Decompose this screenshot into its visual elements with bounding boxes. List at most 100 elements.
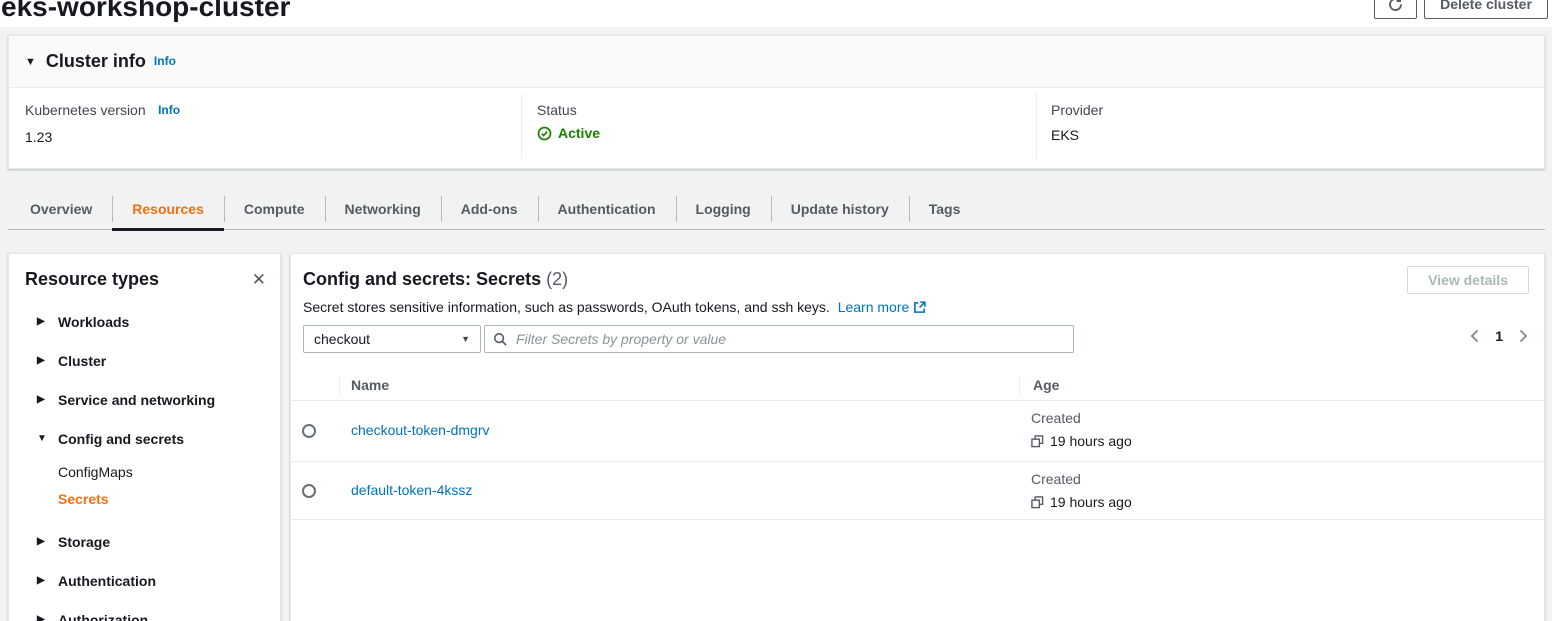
row-radio-button[interactable] [302, 424, 316, 438]
caret-right-icon: ▶ [37, 614, 47, 621]
row-radio-button[interactable] [302, 484, 316, 498]
cluster-tabs: Overview Resources Compute Networking Ad… [8, 188, 1545, 230]
secret-name-link[interactable]: checkout-token-dmgrv [351, 422, 490, 438]
secret-name-link[interactable]: default-token-4kssz [351, 482, 472, 498]
tab-label: Networking [345, 201, 421, 217]
next-page-icon[interactable] [1519, 329, 1528, 343]
status-field: Status Active [537, 102, 600, 141]
tab-compute[interactable]: Compute [224, 188, 325, 229]
tab-resources[interactable]: Resources [112, 188, 224, 229]
tab-tags[interactable]: Tags [909, 188, 981, 229]
view-details-button[interactable]: View details [1407, 266, 1529, 294]
resource-types-title: Resource types [25, 269, 159, 290]
copy-icon[interactable] [1031, 435, 1044, 448]
refresh-button[interactable] [1374, 0, 1417, 19]
sidebar-item-label: Authentication [58, 573, 156, 589]
provider-label: Provider [1051, 102, 1103, 118]
sidebar-item-configmaps[interactable]: ConfigMaps [9, 458, 280, 485]
sidebar-item-label: Storage [58, 534, 110, 550]
external-link-icon [913, 301, 926, 317]
cluster-info-body: Kubernetes version Info 1.23 Status Acti… [9, 88, 1544, 168]
table-row: checkout-token-dmgrv Created 19 hours ag… [291, 401, 1546, 462]
sidebar-item-service-and-networking[interactable]: ▶ Service and networking [9, 380, 280, 419]
sidebar-item-authorization[interactable]: ▶ Authorization [9, 600, 280, 621]
page-number[interactable]: 1 [1495, 328, 1503, 344]
dropdown-selected-value: checkout [314, 331, 370, 347]
tab-label: Overview [30, 201, 92, 217]
tab-add-ons[interactable]: Add-ons [441, 188, 538, 229]
close-icon[interactable]: ✕ [252, 271, 266, 288]
sidebar-item-label: Config and secrets [58, 431, 184, 447]
tab-update-history[interactable]: Update history [771, 188, 909, 229]
cluster-info-info-link[interactable]: Info [154, 54, 176, 68]
delete-cluster-button[interactable]: Delete cluster [1424, 0, 1548, 19]
tab-label: Add-ons [461, 201, 518, 217]
page-title: eks-workshop-cluster [1, 0, 290, 23]
column-divider [521, 94, 522, 158]
kubernetes-version-field: Kubernetes version Info 1.23 [25, 102, 180, 145]
kubernetes-version-info-link[interactable]: Info [158, 103, 180, 117]
tab-label: Resources [132, 201, 204, 217]
tab-label: Logging [696, 201, 751, 217]
cluster-info-header[interactable]: ▼ Cluster info Info [9, 36, 1544, 88]
sidebar-item-workloads[interactable]: ▶ Workloads [9, 302, 280, 341]
column-divider [1036, 94, 1037, 158]
copy-icon[interactable] [1031, 496, 1044, 509]
caret-down-icon: ▼ [461, 334, 470, 344]
sidebar-item-label: Workloads [58, 314, 129, 330]
sidebar-item-cluster[interactable]: ▶ Cluster [9, 341, 280, 380]
column-header-age: Age [1033, 377, 1059, 393]
created-label: Created [1031, 410, 1132, 426]
secrets-description: Secret stores sensitive information, suc… [303, 299, 926, 315]
column-header-name: Name [351, 377, 389, 393]
caret-down-icon[interactable]: ▼ [25, 56, 36, 68]
age-value: 19 hours ago [1050, 433, 1132, 449]
provider-value: EKS [1051, 127, 1103, 143]
tab-authentication[interactable]: Authentication [538, 188, 676, 229]
sidebar-item-authentication[interactable]: ▶ Authentication [9, 561, 280, 600]
column-divider [339, 376, 340, 395]
secrets-panel-title: Config and secrets: Secrets (2) [303, 269, 568, 290]
caret-right-icon: ▶ [37, 536, 47, 547]
status-value: Active [558, 125, 600, 141]
status-label: Status [537, 102, 600, 118]
secrets-search-box [484, 325, 1074, 353]
sidebar-item-storage[interactable]: ▶ Storage [9, 522, 280, 561]
age-value: 19 hours ago [1050, 494, 1132, 510]
provider-field: Provider EKS [1051, 102, 1103, 143]
namespace-filter-dropdown[interactable]: checkout ▼ [303, 325, 481, 353]
caret-right-icon: ▶ [37, 394, 47, 405]
sidebar-item-secrets[interactable]: Secrets [9, 485, 280, 512]
table-header: Name Age [291, 371, 1546, 401]
age-cell: Created 19 hours ago [1031, 410, 1132, 449]
cluster-info-title: Cluster info [46, 51, 146, 72]
sidebar-item-config-and-secrets[interactable]: ▼ Config and secrets [9, 419, 280, 458]
tab-label: Tags [929, 201, 961, 217]
learn-more-link[interactable]: Learn more [838, 299, 927, 315]
sidebar-item-label: Authorization [58, 612, 148, 621]
cluster-info-card: ▼ Cluster info Info Kubernetes version I… [8, 35, 1545, 169]
secrets-title-text: Config and secrets: Secrets [303, 269, 541, 289]
search-icon [493, 332, 508, 347]
created-label: Created [1031, 471, 1132, 487]
tab-label: Update history [791, 201, 889, 217]
refresh-icon [1387, 0, 1404, 13]
search-input[interactable] [514, 330, 1065, 348]
kubernetes-version-value: 1.23 [25, 129, 180, 145]
tab-overview[interactable]: Overview [10, 188, 112, 229]
caret-right-icon: ▶ [37, 355, 47, 366]
caret-down-icon: ▼ [37, 433, 47, 444]
tab-logging[interactable]: Logging [676, 188, 771, 229]
eks-cluster-page: eks-workshop-cluster Delete cluster ▼ Cl… [0, 0, 1552, 621]
previous-page-icon[interactable] [1470, 329, 1479, 343]
tab-label: Compute [244, 201, 305, 217]
sidebar-item-label: ConfigMaps [58, 464, 133, 480]
sidebar-item-label: Cluster [58, 353, 106, 369]
sidebar-item-label: Secrets [58, 491, 109, 507]
secrets-panel: Config and secrets: Secrets (2) View det… [290, 253, 1545, 621]
resource-types-tree: ▶ Workloads ▶ Cluster ▶ Service and netw… [9, 302, 280, 621]
tab-networking[interactable]: Networking [325, 188, 441, 229]
pagination: 1 [1470, 328, 1528, 344]
caret-right-icon: ▶ [37, 575, 47, 586]
description-text: Secret stores sensitive information, suc… [303, 299, 830, 315]
